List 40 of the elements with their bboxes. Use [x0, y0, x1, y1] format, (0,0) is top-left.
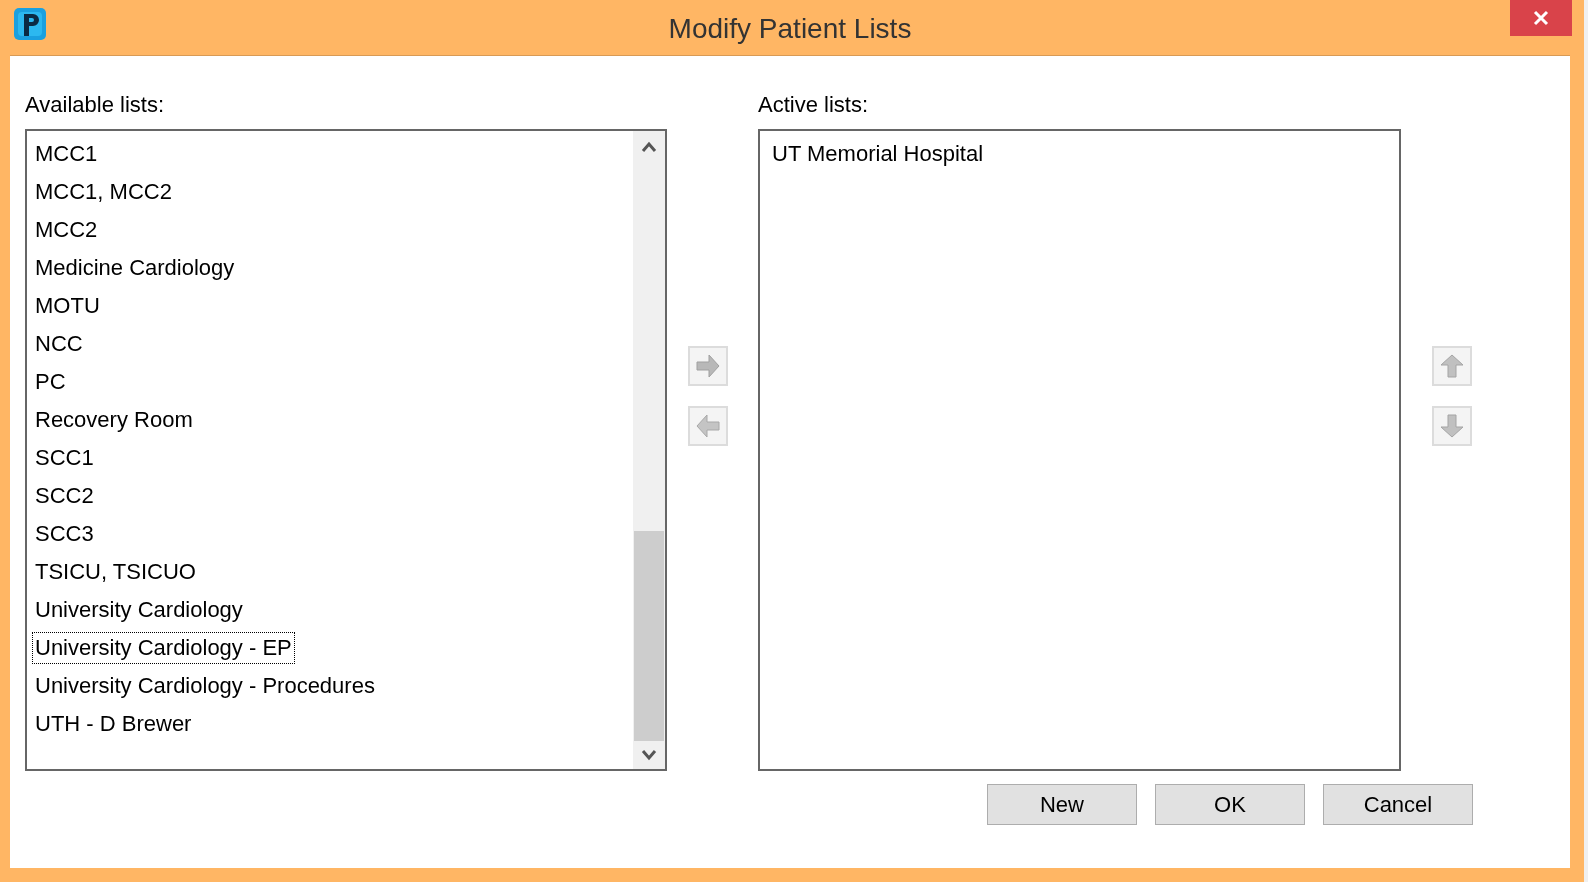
- add-button[interactable]: [688, 346, 728, 386]
- list-item[interactable]: NCC: [35, 329, 83, 359]
- list-item[interactable]: SCC3: [35, 519, 94, 549]
- remove-button[interactable]: [688, 406, 728, 446]
- list-item[interactable]: University Cardiology - EP: [32, 632, 295, 664]
- list-item[interactable]: UTH - D Brewer: [35, 709, 192, 739]
- list-item[interactable]: University Cardiology: [35, 595, 243, 625]
- ok-button[interactable]: OK: [1155, 784, 1305, 825]
- list-item[interactable]: TSICU, TSICUO: [35, 557, 196, 587]
- list-item[interactable]: SCC1: [35, 443, 94, 473]
- list-item[interactable]: MCC1: [35, 139, 98, 169]
- move-down-button[interactable]: [1432, 406, 1472, 446]
- list-item[interactable]: PC: [35, 367, 66, 397]
- up-arrow-icon: [1439, 353, 1465, 379]
- list-item[interactable]: MCC2: [35, 215, 98, 245]
- scroll-down-icon[interactable]: [641, 749, 657, 761]
- list-item[interactable]: Recovery Room: [35, 405, 193, 435]
- scroll-up-icon[interactable]: [641, 141, 657, 153]
- list-label: Active lists:: [758, 91, 870, 119]
- app-logo-icon: [14, 8, 46, 40]
- available-listbox[interactable]: MCC1 MCC1, MCC2 MCC2 Medicine Cardiology MOTU NCC PC Recovery Room SCC1 SCC2 SCC3 TSICU, TSICUO University Cardiology University Cardiology - EP University Cardiology - Procedures UTH - D Brewer: [25, 129, 667, 771]
- list-item[interactable]: MOTU: [35, 291, 100, 321]
- active-listbox[interactable]: UT Memorial Hospital: [758, 129, 1401, 771]
- cancel-button[interactable]: Cancel: [1323, 784, 1473, 825]
- scrollbar[interactable]: [633, 131, 665, 769]
- close-icon: [1533, 10, 1549, 26]
- list-item[interactable]: MCC1, MCC2: [35, 177, 172, 207]
- down-arrow-icon: [1439, 413, 1465, 439]
- left-arrow-icon: [695, 413, 721, 439]
- close-button[interactable]: [1510, 0, 1572, 36]
- window-title: Modify Patient Lists: [667, 12, 913, 46]
- move-up-button[interactable]: [1432, 346, 1472, 386]
- list-label: Available lists:: [25, 91, 165, 119]
- new-button[interactable]: New: [987, 784, 1137, 825]
- right-arrow-icon: [695, 353, 721, 379]
- list-item[interactable]: University Cardiology - Procedures: [35, 671, 375, 701]
- list-item[interactable]: Medicine Cardiology: [35, 253, 235, 283]
- scrollbar-thumb[interactable]: [634, 531, 664, 741]
- list-item[interactable]: UT Memorial Hospital: [772, 139, 984, 169]
- list-item[interactable]: SCC2: [35, 481, 94, 511]
